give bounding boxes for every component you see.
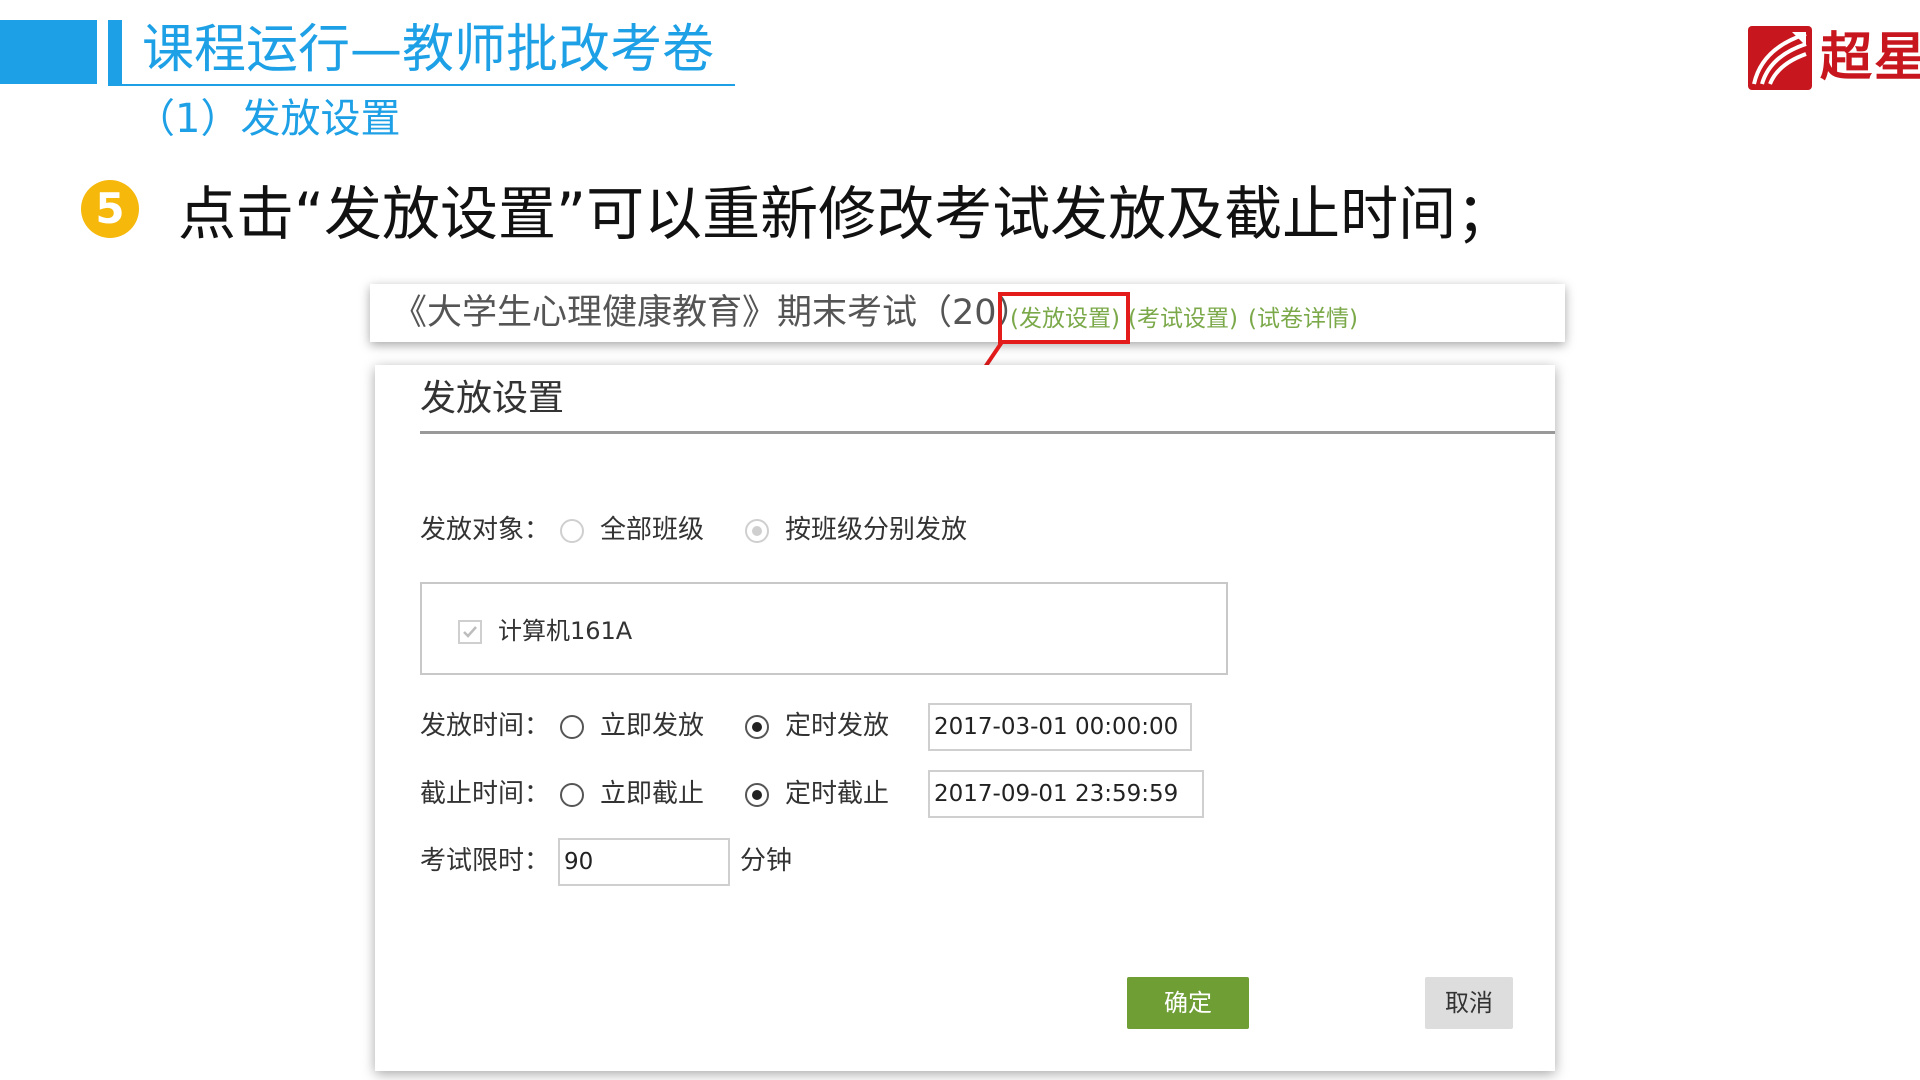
release-time-input[interactable] (928, 703, 1192, 751)
radio-by-class[interactable] (745, 519, 769, 543)
time-limit-input[interactable] (558, 838, 730, 886)
radio-dot (752, 790, 762, 800)
option-release-scheduled-label: 定时发放 (785, 711, 890, 741)
header-accent-block (0, 20, 97, 84)
exam-header-panel: 《大学生心理健康教育》期末考试（20） (发放设置) (考试设置) (试卷详情) (370, 284, 1565, 342)
radio-dot (752, 526, 762, 536)
header-accent-bar (108, 20, 122, 84)
highlight-box (998, 292, 1130, 344)
release-settings-dialog: 发放设置 发放对象： 全部班级 按班级分别发放 计算机161A 发放时间： 立即… (375, 365, 1555, 1071)
slide-subtitle: （1）发放设置 (135, 96, 401, 142)
target-label: 发放对象： (420, 515, 551, 545)
deadline-label: 截止时间： (420, 779, 551, 809)
step-number-badge: 5 (81, 180, 139, 238)
option-release-now-label: 立即发放 (600, 711, 705, 741)
radio-release-scheduled[interactable] (745, 715, 769, 739)
exam-title: 《大学生心理健康教育》期末考试（20） (392, 293, 1032, 333)
logo-mark-icon (1748, 26, 1812, 90)
logo-text: 超星 (1820, 27, 1920, 88)
option-all-classes-label: 全部班级 (600, 515, 705, 545)
radio-deadline-scheduled[interactable] (745, 783, 769, 807)
dialog-title-divider (420, 431, 1555, 434)
time-limit-label: 考试限时： (420, 846, 551, 876)
checkmark-icon (463, 626, 477, 638)
title-underline (108, 84, 735, 86)
class-name: 计算机161A (498, 617, 633, 645)
release-time-label: 发放时间： (420, 711, 551, 741)
option-deadline-scheduled-label: 定时截止 (785, 779, 890, 809)
deadline-input[interactable] (928, 770, 1204, 818)
option-by-class-label: 按班级分别发放 (785, 515, 968, 545)
chaoxing-logo: 超星 (1748, 22, 1920, 94)
slide-title: 课程运行—教师批改考卷 (142, 20, 715, 80)
class-list-box: 计算机161A (420, 582, 1228, 675)
dialog-title: 发放设置 (420, 378, 565, 419)
radio-all-classes[interactable] (560, 519, 584, 543)
instruction-text: 点击“发放设置”可以重新修改考试发放及截止时间； (178, 180, 1515, 248)
radio-release-now[interactable] (560, 715, 584, 739)
cancel-button[interactable]: 取消 (1425, 977, 1513, 1029)
confirm-button[interactable]: 确定 (1127, 977, 1249, 1029)
radio-deadline-now[interactable] (560, 783, 584, 807)
exam-settings-link[interactable]: (考试设置) (1128, 304, 1238, 334)
class-checkbox[interactable] (458, 620, 482, 644)
radio-dot (752, 722, 762, 732)
option-deadline-now-label: 立即截止 (600, 779, 705, 809)
paper-details-link[interactable]: (试卷详情) (1248, 304, 1358, 334)
time-limit-unit: 分钟 (740, 846, 793, 876)
